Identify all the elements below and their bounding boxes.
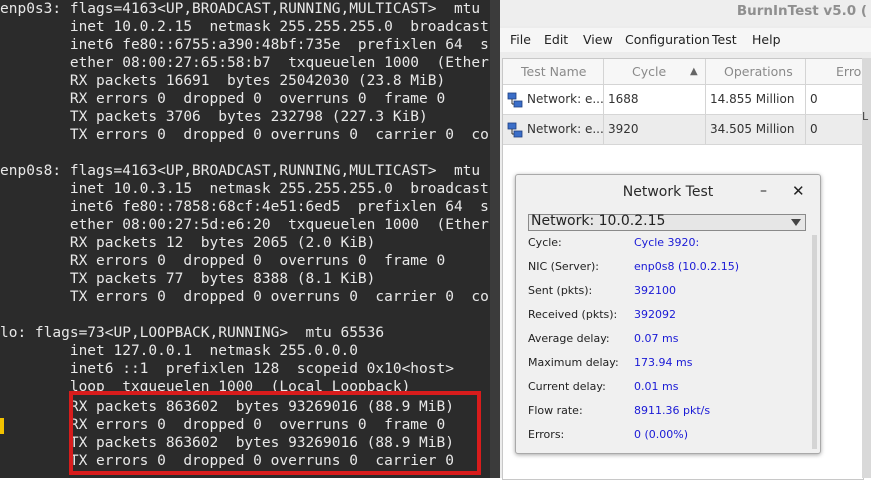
close-icon[interactable]: ✕ — [792, 182, 805, 200]
cell-operations: 14.855 Million — [706, 85, 806, 114]
terminal-line: inet6 fe80::6755:a390:48bf:735e prefixle… — [69, 37, 500, 53]
terminal-line: TX errors 0 dropped 0 overruns 0 carrier… — [69, 289, 500, 305]
value-sent: 392100 — [634, 284, 676, 297]
value-maximum-delay: 173.94 ms — [634, 356, 693, 369]
side-panel: L — [862, 58, 871, 478]
chevron-down-icon — [791, 219, 801, 226]
cell-test-name: Network: e... — [503, 115, 604, 144]
terminal-line: ether 08:00:27:65:58:b7 txqueuelen 1000 … — [0, 55, 500, 71]
terminal-line: lo: flags=73<UP,LOOPBACK,RUNNING> mtu 65… — [0, 325, 385, 341]
network-select-value: Network: 10.0.2.15 — [531, 213, 666, 229]
dialog-title: Network Test — [622, 184, 714, 200]
side-label: L — [862, 110, 869, 123]
minimize-icon[interactable]: – — [760, 183, 767, 199]
column-header-operations[interactable]: Operations — [706, 59, 806, 85]
value-current-delay: 0.01 ms — [634, 380, 679, 393]
value-cycle: Cycle 3920: — [634, 236, 700, 249]
label-received: Received (pkts): — [528, 308, 618, 321]
cell-cycle: 1688 — [604, 85, 706, 114]
terminal-line: ether 08:00:27:5d:e6:20 txqueuelen 1000 … — [0, 217, 500, 233]
terminal-line: TX errors 0 dropped 0 overruns 0 carrier… — [69, 127, 500, 143]
terminal-scrollbar[interactable] — [490, 0, 500, 478]
column-header-cycle-label: Cycle — [632, 64, 667, 79]
terminal-line: inet 127.0.0.1 netmask 255.0.0.0 — [0, 343, 358, 359]
terminal-line: RX errors 0 dropped 0 overruns 0 frame 0 — [0, 253, 446, 269]
label-average-delay: Average delay: — [528, 332, 610, 345]
terminal-line: enp0s3: flags=4163<UP,BROADCAST,RUNNING,… — [0, 1, 500, 17]
terminal-line: RX packets 12 bytes 2065 (2.0 KiB) — [0, 235, 376, 251]
menu-test[interactable]: Test — [712, 32, 737, 47]
cell-errors: 0 — [810, 92, 818, 106]
menu-edit[interactable]: Edit — [544, 32, 568, 47]
network-icon — [507, 122, 523, 138]
terminal-line: TX packets 77 bytes 8388 (8.1 KiB) — [0, 271, 376, 287]
test-name: Network: e... — [527, 122, 604, 136]
label-cycle: Cycle: — [528, 236, 562, 249]
column-header-cycle[interactable]: Cycle ▲ — [604, 59, 706, 85]
value-errors: 0 (0.00%) — [634, 428, 689, 441]
menu-view[interactable]: View — [583, 32, 613, 47]
value-flow-rate: 8911.36 pkt/s — [634, 404, 711, 417]
value-received: 392092 — [634, 308, 676, 321]
label-sent: Sent (pkts): — [528, 284, 593, 297]
column-header-errors[interactable]: Erro — [806, 59, 863, 85]
sort-ascending-icon: ▲ — [690, 66, 698, 77]
highlight-box — [69, 391, 481, 475]
terminal-line: inet 10.0.2.15 netmask 255.255.255.0 bro… — [69, 19, 500, 35]
terminal-marker — [0, 418, 4, 434]
terminal-line: enp0s8: flags=4163<UP,BROADCAST,RUNNING,… — [0, 163, 500, 179]
test-name: Network: e... — [527, 92, 604, 106]
menu-bar: File Edit View Configuration Test Help — [500, 28, 871, 52]
menu-file[interactable]: File — [510, 32, 531, 47]
terminal-window[interactable]: enp0s3: flags=4163<UP,BROADCAST,RUNNING,… — [0, 0, 500, 478]
terminal-line: RX errors 0 dropped 0 overruns 0 frame 0 — [0, 91, 446, 107]
cell-errors: 0 — [810, 122, 818, 136]
terminal-line: inet 10.0.3.15 netmask 255.255.255.0 bro… — [69, 181, 500, 197]
table-row[interactable]: Network: e... 3920 34.505 Million 0 — [503, 115, 863, 145]
menu-configuration[interactable]: Configuration — [625, 32, 710, 47]
cell-cycle: 3920 — [604, 115, 706, 144]
network-test-dialog: Network Test – ✕ Network: 10.0.2.15 Cycl… — [515, 174, 821, 454]
window-titlebar[interactable]: BurnInTest v5.0 ( — [500, 0, 871, 26]
cell-test-name: Network: e... — [503, 85, 604, 114]
label-nic: NIC (Server): — [528, 260, 600, 273]
cell-operations: 34.505 Million — [706, 115, 806, 144]
table-row[interactable]: Network: e... 1688 14.855 Million 0 — [503, 85, 863, 115]
terminal-line: inet6 fe80::7858:68cf:4e51:6ed5 prefixle… — [69, 199, 500, 215]
dialog-scrollbar[interactable] — [812, 235, 817, 449]
column-header-test-name[interactable]: Test Name — [503, 59, 604, 85]
terminal-line: RX packets 16691 bytes 25042030 (23.8 Mi… — [0, 73, 446, 89]
dialog-titlebar[interactable]: Network Test – ✕ — [516, 175, 820, 209]
terminal-line: inet6 ::1 prefixlen 128 scopeid 0x10<hos… — [0, 361, 454, 377]
network-select[interactable]: Network: 10.0.2.15 — [528, 213, 806, 231]
network-icon — [507, 92, 523, 108]
value-average-delay: 0.07 ms — [634, 332, 679, 345]
value-nic: enp0s8 (10.0.2.15) — [634, 260, 740, 273]
label-maximum-delay: Maximum delay: — [528, 356, 619, 369]
window-title: BurnInTest v5.0 ( — [736, 3, 867, 19]
label-errors: Errors: — [528, 428, 565, 441]
terminal-line: TX packets 3706 bytes 232798 (227.3 KiB) — [0, 109, 428, 125]
label-current-delay: Current delay: — [528, 380, 606, 393]
label-flow-rate: Flow rate: — [528, 404, 583, 417]
menu-help[interactable]: Help — [752, 32, 781, 47]
